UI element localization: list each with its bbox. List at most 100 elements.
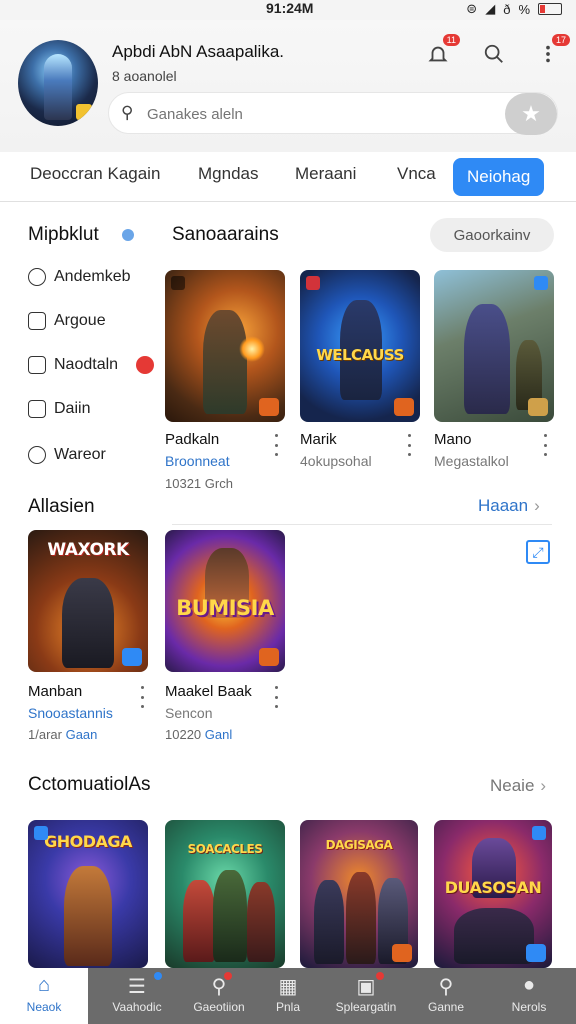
- section-title: Sanoaarains: [172, 224, 279, 245]
- sidebar-info-dot: [122, 229, 134, 241]
- bell-icon: [428, 46, 448, 62]
- nav-item-play[interactable]: ▦ Pnla: [256, 968, 320, 1024]
- nav-badge: [154, 972, 162, 980]
- more-options-icon[interactable]: [275, 686, 279, 708]
- avatar[interactable]: [18, 40, 98, 126]
- battery-percent: %: [518, 1, 530, 17]
- see-all-label: Haaan: [478, 496, 529, 515]
- game-title[interactable]: Manban: [28, 683, 82, 700]
- tab-mgndas[interactable]: Mgndas: [198, 164, 258, 184]
- game-card[interactable]: [165, 270, 285, 422]
- game-card[interactable]: GHODAGA: [28, 820, 148, 968]
- game-title[interactable]: Mano: [434, 431, 472, 448]
- search-icon: ⚲: [121, 103, 134, 122]
- sidebar-title: Mipbklut: [28, 224, 99, 245]
- rating-badge-icon: [526, 944, 546, 962]
- search-bar: ⚲ ★: [108, 92, 558, 135]
- game-info: 10321 Grch: [165, 476, 233, 491]
- game-developer[interactable]: 4okupsohal: [300, 453, 372, 469]
- tab-discover[interactable]: Deoccran Kagain: [30, 164, 160, 184]
- more-options-icon[interactable]: [141, 686, 145, 708]
- nav-item-profile[interactable]: ● Nerols: [494, 968, 564, 1024]
- game-title[interactable]: Padkaln: [165, 431, 219, 448]
- search-button[interactable]: [480, 40, 508, 68]
- rating-badge-icon: [259, 398, 279, 416]
- favorite-button[interactable]: ★: [505, 93, 557, 135]
- tab-vnca[interactable]: Vnca: [397, 164, 436, 184]
- nav-label: Nerols: [511, 1000, 547, 1014]
- tab-neiohag[interactable]: Neiohag: [453, 158, 545, 196]
- more-options-icon[interactable]: [544, 434, 548, 456]
- sync-icon: ⊜: [466, 1, 478, 16]
- chevron-right-icon: ›: [534, 496, 540, 515]
- game-card[interactable]: WELCAUSS: [300, 270, 420, 422]
- rating-badge-icon: [392, 944, 412, 962]
- sidebar-item-wareor[interactable]: Wareor: [28, 446, 106, 464]
- game-developer[interactable]: Sencon: [165, 705, 212, 721]
- more-options-icon[interactable]: [408, 434, 412, 456]
- game-card[interactable]: [434, 270, 554, 422]
- search-input[interactable]: [147, 102, 487, 126]
- game-card[interactable]: DUASOSAN: [434, 820, 552, 968]
- sidebar-item-label: Daiin: [54, 400, 91, 417]
- game-logo-icon: [171, 276, 185, 290]
- folder-icon: [28, 312, 46, 330]
- share-icon[interactable]: ⤢: [526, 540, 550, 564]
- game-developer[interactable]: Megastalkol: [434, 453, 509, 469]
- store-icon: ▣: [356, 976, 376, 998]
- nav-item-explore[interactable]: ⚲ Gaeotiion: [184, 968, 254, 1024]
- game-title[interactable]: Maakel Baak: [165, 683, 252, 700]
- game-logo-icon: [34, 826, 48, 840]
- nav-label: Pnla: [275, 1000, 301, 1014]
- nav-item-home[interactable]: ⌂ Neaok: [0, 968, 88, 1024]
- nav-label: Gaeotiion: [193, 1000, 245, 1014]
- game-card[interactable]: DAGISAGA: [300, 820, 418, 968]
- game-card[interactable]: SOACACLES: [165, 820, 285, 968]
- game-logo-icon: [306, 276, 320, 290]
- star-icon: ★: [521, 101, 541, 126]
- rating-badge-icon: [259, 648, 279, 666]
- nav-badge: [224, 972, 232, 980]
- game-icon: ▦: [278, 976, 298, 998]
- sidebar-item-naodtaln[interactable]: Naodtaln: [28, 356, 155, 374]
- game-card[interactable]: WAXORK: [28, 530, 148, 672]
- status-bar: 91:24M ⊜ ◢ ð %: [0, 0, 576, 20]
- menu-icon: ☰: [128, 976, 146, 998]
- more-options-icon[interactable]: [275, 434, 279, 456]
- nav-item-games[interactable]: ⚲ Ganne: [410, 968, 482, 1024]
- notification-button[interactable]: 11: [424, 34, 460, 68]
- document-icon: [28, 356, 46, 374]
- more-menu-button[interactable]: 17: [534, 34, 570, 68]
- section-filter-dropdown[interactable]: Gaoorkainv: [430, 218, 554, 252]
- nav-badge: [376, 972, 384, 980]
- nav-item-menu[interactable]: ☰ Vaahodic: [92, 968, 182, 1024]
- sidebar-item-label: Wareor: [54, 446, 106, 463]
- notification-badge: 11: [442, 34, 460, 46]
- game-developer[interactable]: Snooastannis: [28, 705, 113, 721]
- rating-badge-icon: [528, 398, 548, 416]
- game-developer[interactable]: Broonneat: [165, 453, 230, 469]
- game-info-highlight: Ganl: [204, 727, 233, 742]
- game-art-title: BUMISIA: [176, 596, 274, 620]
- user-subtitle: 8 aoanolel: [112, 68, 177, 84]
- game-title[interactable]: Marik: [300, 431, 337, 448]
- game-art-title: SOACACLES: [187, 842, 263, 856]
- game-card[interactable]: BUMISIA: [165, 530, 285, 672]
- sidebar-item-label: Naodtaln: [54, 356, 119, 373]
- nav-item-store[interactable]: ▣ Spleargatin: [326, 968, 406, 1024]
- game-info: 1/arar Gaan: [28, 727, 97, 742]
- sidebar-item-andemkeb[interactable]: Andemkeb: [28, 268, 131, 286]
- sidebar-item-daiin[interactable]: Daiin: [28, 400, 90, 418]
- section-see-all-link[interactable]: Neaie ›: [490, 776, 546, 796]
- sidebar-item-argoue[interactable]: Argoue: [28, 312, 106, 330]
- battery-icon: [538, 3, 562, 15]
- search-icon: ⚲: [438, 976, 454, 998]
- alert-dot: [136, 356, 155, 374]
- header: Apbdi AbN Asaapalika. 8 aoanolel 11 17 ⚲…: [0, 20, 576, 152]
- section-see-all-link[interactable]: Haaan ›: [478, 496, 540, 516]
- game-info-text: 1/arar: [28, 727, 62, 742]
- tab-meraani[interactable]: Meraani: [295, 164, 356, 184]
- nav-label: Spleargatin: [335, 1000, 397, 1014]
- rating-badge-icon: [122, 648, 142, 666]
- game-info-highlight: Gaan: [65, 727, 98, 742]
